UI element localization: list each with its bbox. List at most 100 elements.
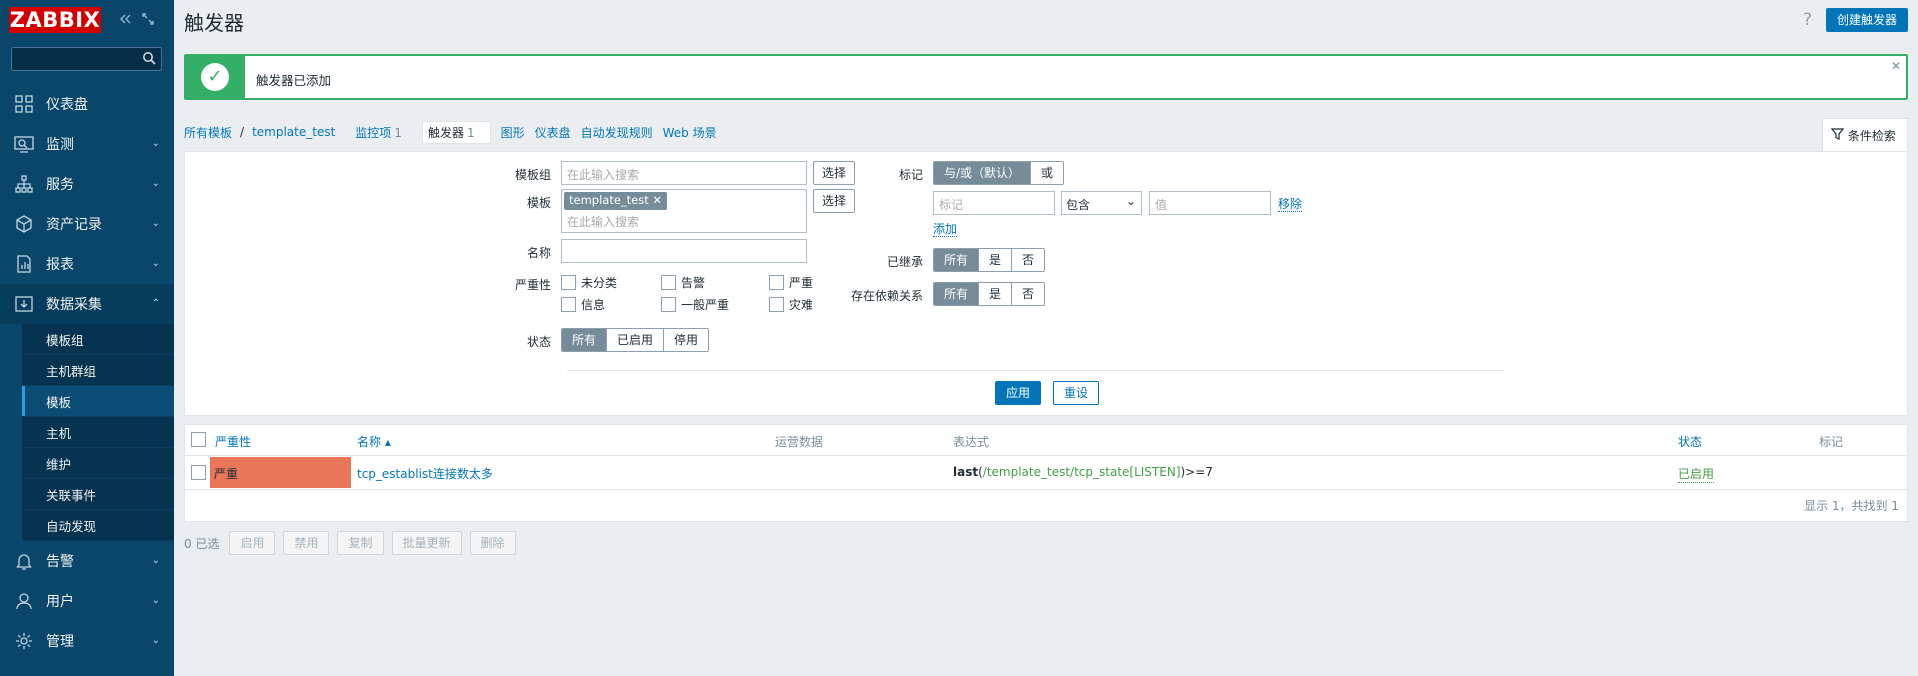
template-select-button[interactable]: 选择 [813, 189, 856, 213]
help-icon[interactable]: ? [1803, 10, 1812, 30]
template-chip[interactable]: template_test ✕ [564, 192, 668, 210]
menu-item-reports[interactable]: 报表 ⌄ [0, 244, 174, 284]
search-icon[interactable] [142, 51, 156, 68]
fullscreen-icon[interactable] [141, 12, 155, 30]
success-icon-box: ✓ [186, 56, 245, 98]
severity-average[interactable]: 一般严重 [661, 296, 729, 313]
tags-mode-and-or[interactable]: 与/或（默认） [934, 162, 1031, 184]
checkbox[interactable] [561, 275, 576, 290]
expression-close: )>=7 [1180, 465, 1213, 479]
sidebar-search-input[interactable] [11, 47, 162, 71]
page-header: 触发器 ? 创建触发器 [174, 0, 1918, 42]
column-status[interactable]: 状态 [1678, 433, 1702, 450]
severity-not-classified[interactable]: 未分类 [561, 274, 617, 291]
menu-item-monitoring[interactable]: 监测 ⌄ [0, 124, 174, 164]
column-severity[interactable]: 严重性 [215, 433, 251, 450]
menu-label: 告警 [46, 554, 74, 570]
checkbox-label: 严重 [789, 276, 814, 290]
tab-discovery-rules[interactable]: 自动发现规则 [581, 124, 653, 141]
submenu-item-template-groups[interactable]: 模板组 [0, 324, 174, 355]
tag-value-input[interactable]: 值 [1149, 191, 1271, 215]
checkbox[interactable] [661, 297, 676, 312]
table-footer-count: 显示 1，共找到 1 [1804, 499, 1899, 513]
breadcrumb-separator: / [240, 125, 245, 139]
user-icon [12, 589, 36, 613]
expression-item-link[interactable]: /template_test/tcp_state[LISTEN] [983, 465, 1181, 479]
submenu-data-collection: 模板组 主机群组 模板 主机 维护 关联事件 自动发现 [0, 324, 174, 541]
tab-dashboards[interactable]: 仪表盘 [535, 124, 571, 141]
apply-button[interactable]: 应用 [995, 381, 1042, 405]
menu-item-users[interactable]: 用户 ⌄ [0, 581, 174, 621]
chevrons-left-icon[interactable] [118, 12, 132, 30]
checkbox[interactable] [769, 275, 784, 290]
tag-name-input[interactable]: 标记 [933, 191, 1055, 215]
template-group-label: 模板组 [514, 168, 551, 182]
menu-item-data-collection[interactable]: 数据采集 ⌃ [0, 284, 174, 324]
tab-triggers[interactable]: 触发器 1 [421, 120, 491, 144]
menu-item-inventory[interactable]: 资产记录 ⌄ [0, 204, 174, 244]
dependencies-label: 存在依赖关系 [850, 289, 923, 303]
state-disabled[interactable]: 停用 [663, 329, 709, 351]
menu-label: 管理 [46, 634, 74, 650]
tag-add-link[interactable]: 添加 [933, 222, 958, 237]
reset-button[interactable]: 重设 [1053, 381, 1100, 405]
inherited-yes[interactable]: 是 [978, 249, 1012, 271]
checkbox[interactable] [661, 275, 676, 290]
submenu-item-discovery[interactable]: 自动发现 [0, 510, 174, 541]
main-content: 触发器 ? 创建触发器 ✓ 触发器已添加 ✕ 所有模板 / template_t… [174, 0, 1918, 676]
menu-item-dashboard[interactable]: 仪表盘 [0, 84, 174, 124]
checkbox-label: 灾难 [789, 298, 814, 312]
menu-label: 仪表盘 [46, 97, 88, 113]
copy-button[interactable]: 复制 [337, 531, 384, 555]
severity-warning[interactable]: 告警 [661, 274, 705, 291]
disable-button[interactable]: 禁用 [283, 531, 330, 555]
state-all[interactable]: 所有 [562, 329, 607, 351]
header-divider [185, 455, 1907, 456]
severity-high[interactable]: 严重 [769, 274, 813, 291]
chip-remove-icon[interactable]: ✕ [652, 193, 662, 207]
tab-web-scenarios[interactable]: Web 场景 [663, 124, 717, 141]
state-enabled[interactable]: 已启用 [606, 329, 664, 351]
inherited-all[interactable]: 所有 [934, 249, 979, 271]
tags-mode-or[interactable]: 或 [1030, 162, 1064, 184]
status-link[interactable]: 已启用 [1678, 465, 1715, 483]
dependencies-yes[interactable]: 是 [978, 283, 1012, 305]
dependencies-no[interactable]: 否 [1011, 283, 1045, 305]
row-checkbox[interactable] [191, 465, 206, 480]
submenu-item-host-groups[interactable]: 主机群组 [0, 355, 174, 386]
inherited-no[interactable]: 否 [1011, 249, 1045, 271]
submenu-item-event-correlation[interactable]: 关联事件 [0, 479, 174, 510]
template-group-input[interactable]: 在此输入搜索 [561, 161, 807, 185]
menu-item-alerts[interactable]: 告警 ⌄ [0, 541, 174, 581]
page-title: 触发器 [184, 11, 244, 35]
submenu-item-maintenance[interactable]: 维护 [0, 448, 174, 479]
zabbix-logo[interactable]: ZABBIX [9, 7, 101, 33]
filter-tab[interactable]: 条件检索 [1822, 118, 1908, 152]
bell-icon [12, 549, 36, 573]
dependencies-all[interactable]: 所有 [934, 283, 979, 305]
create-trigger-button[interactable]: 创建触发器 [1825, 8, 1908, 32]
trigger-name-link[interactable]: tcp_establist连接数太多 [357, 465, 493, 482]
tag-remove-link[interactable]: 移除 [1278, 197, 1303, 212]
tab-items[interactable]: 监控项 1 [355, 124, 412, 141]
close-icon[interactable]: ✕ [1891, 59, 1901, 73]
severity-disaster[interactable]: 灾难 [769, 296, 813, 313]
delete-button[interactable]: 删除 [469, 531, 516, 555]
name-input[interactable] [561, 239, 807, 263]
tag-operator-select[interactable]: 包含 ⌄ [1061, 191, 1142, 215]
menu-item-services[interactable]: 服务 ⌄ [0, 164, 174, 204]
submenu-item-templates[interactable]: 模板 [0, 386, 174, 417]
menu-item-administration[interactable]: 管理 ⌄ [0, 621, 174, 661]
tab-graphs[interactable]: 图形 [501, 124, 525, 141]
column-name[interactable]: 名称 ▴ [357, 433, 391, 450]
check-icon: ✓ [201, 63, 229, 91]
mass-update-button[interactable]: 批量更新 [391, 531, 462, 555]
submenu-item-hosts[interactable]: 主机 [0, 417, 174, 448]
severity-information[interactable]: 信息 [561, 296, 605, 313]
enable-button[interactable]: 启用 [229, 531, 276, 555]
breadcrumb-all-templates[interactable]: 所有模板 [184, 124, 232, 141]
select-all-checkbox[interactable] [191, 432, 206, 447]
checkbox[interactable] [769, 297, 784, 312]
breadcrumb-template[interactable]: template_test [252, 125, 335, 139]
checkbox[interactable] [561, 297, 576, 312]
